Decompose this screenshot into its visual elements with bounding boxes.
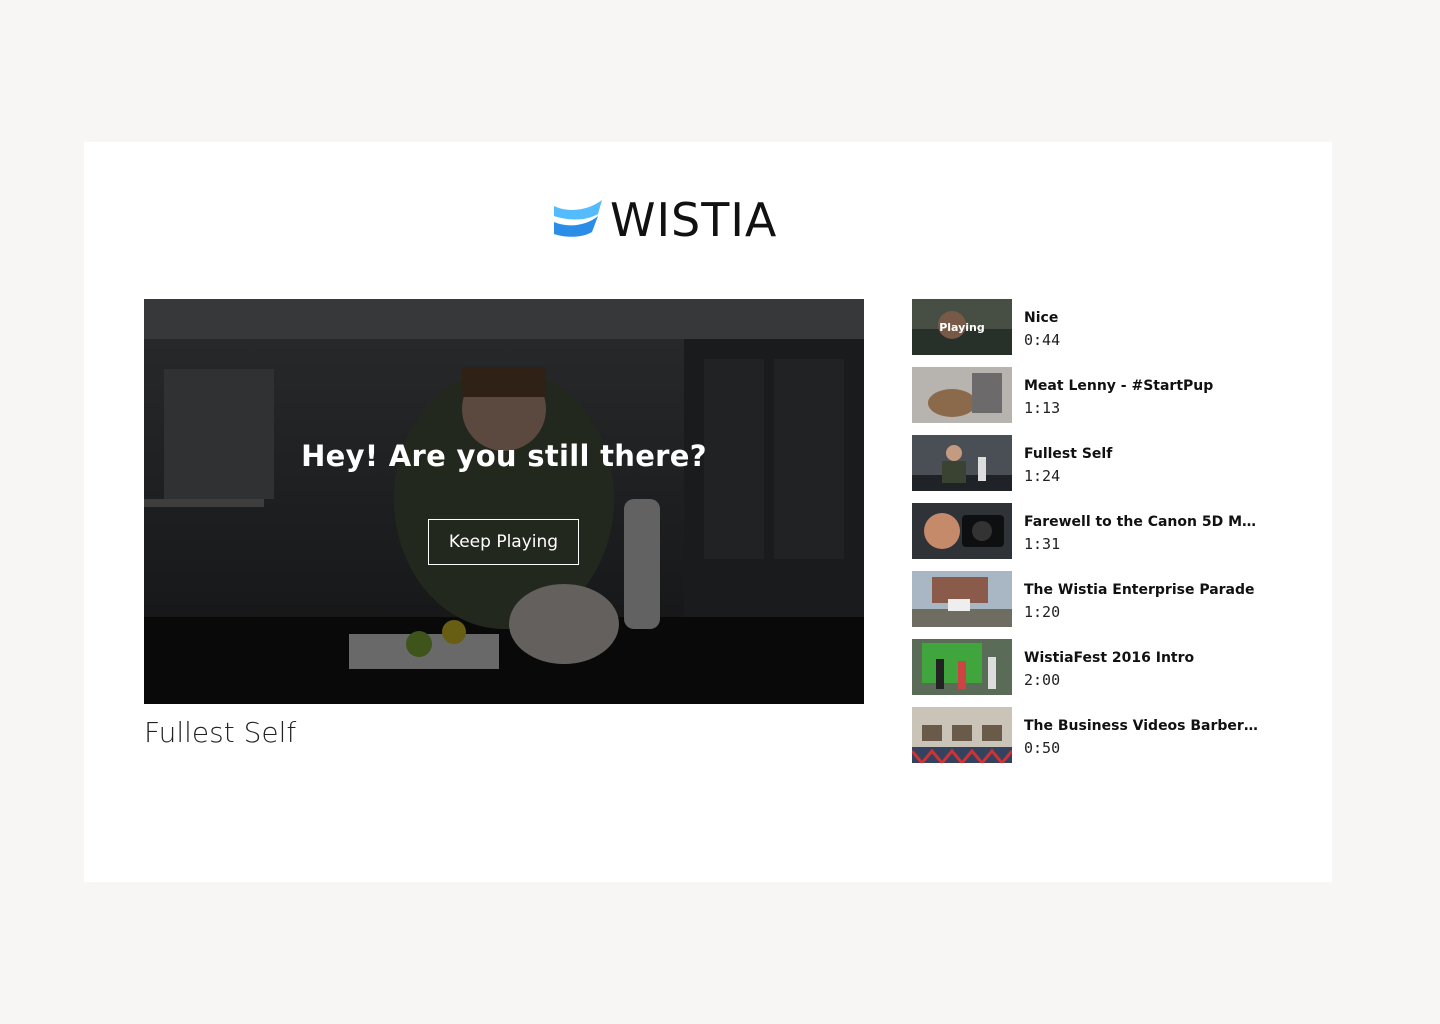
video-thumbnail[interactable] <box>912 571 1012 627</box>
logo-wordmark: WISTIA <box>610 193 778 247</box>
playlist-item-duration: 2:00 <box>1024 671 1061 689</box>
playlist-item-title[interactable]: Fullest Self <box>1024 445 1264 463</box>
video-thumbnail[interactable] <box>912 639 1012 695</box>
playlist: Playing Nice 0:44 Meat Lenny - #StartPup… <box>912 299 1272 775</box>
playlist-item-duration: 1:31 <box>1024 535 1061 553</box>
video-player[interactable]: Hey! Are you still there? Keep Playing <box>144 299 864 704</box>
playlist-item[interactable]: WistiaFest 2016 Intro 2:00 <box>912 639 1272 695</box>
playlist-item-title[interactable]: The Wistia Enterprise Parade <box>1024 581 1264 599</box>
wistia-logo: WISTIA <box>552 194 812 246</box>
playlist-item-duration: 1:20 <box>1024 603 1061 621</box>
embed-card: WISTIA Hey! Are you still there? Keep Pl… <box>84 142 1332 882</box>
playlist-item[interactable]: Meat Lenny - #StartPup 1:13 <box>912 367 1272 423</box>
playlist-item-title[interactable]: Farewell to the Canon 5D Mark III <box>1024 513 1264 531</box>
playlist-item-duration: 0:50 <box>1024 739 1061 757</box>
playlist-item-duration: 1:24 <box>1024 467 1061 485</box>
video-thumbnail[interactable] <box>912 503 1012 559</box>
video-thumbnail[interactable] <box>912 367 1012 423</box>
video-thumbnail[interactable]: Playing <box>912 299 1012 355</box>
playlist-item-duration: 0:44 <box>1024 331 1061 349</box>
video-overlay <box>144 299 864 704</box>
playlist-item[interactable]: The Wistia Enterprise Parade 1:20 <box>912 571 1272 627</box>
playlist-item[interactable]: The Business Videos Barbershop... 0:50 <box>912 707 1272 763</box>
wistia-swoosh-icon <box>554 200 602 237</box>
playlist-item[interactable]: Farewell to the Canon 5D Mark III 1:31 <box>912 503 1272 559</box>
playlist-item-title[interactable]: The Business Videos Barbershop... <box>1024 717 1264 735</box>
keep-playing-button[interactable]: Keep Playing <box>428 519 579 565</box>
playlist-item[interactable]: Fullest Self 1:24 <box>912 435 1272 491</box>
playlist-item-title[interactable]: WistiaFest 2016 Intro <box>1024 649 1264 667</box>
playlist-item-title[interactable]: Meat Lenny - #StartPup <box>1024 377 1264 395</box>
playlist-item-duration: 1:13 <box>1024 399 1061 417</box>
video-thumbnail[interactable] <box>912 435 1012 491</box>
now-playing-label: Playing <box>912 299 1012 355</box>
current-video-title: Fullest Self <box>144 716 297 749</box>
video-thumbnail[interactable] <box>912 707 1012 763</box>
still-there-prompt: Hey! Are you still there? <box>301 439 707 473</box>
playlist-item-title[interactable]: Nice <box>1024 309 1264 327</box>
playlist-item[interactable]: Playing Nice 0:44 <box>912 299 1272 355</box>
